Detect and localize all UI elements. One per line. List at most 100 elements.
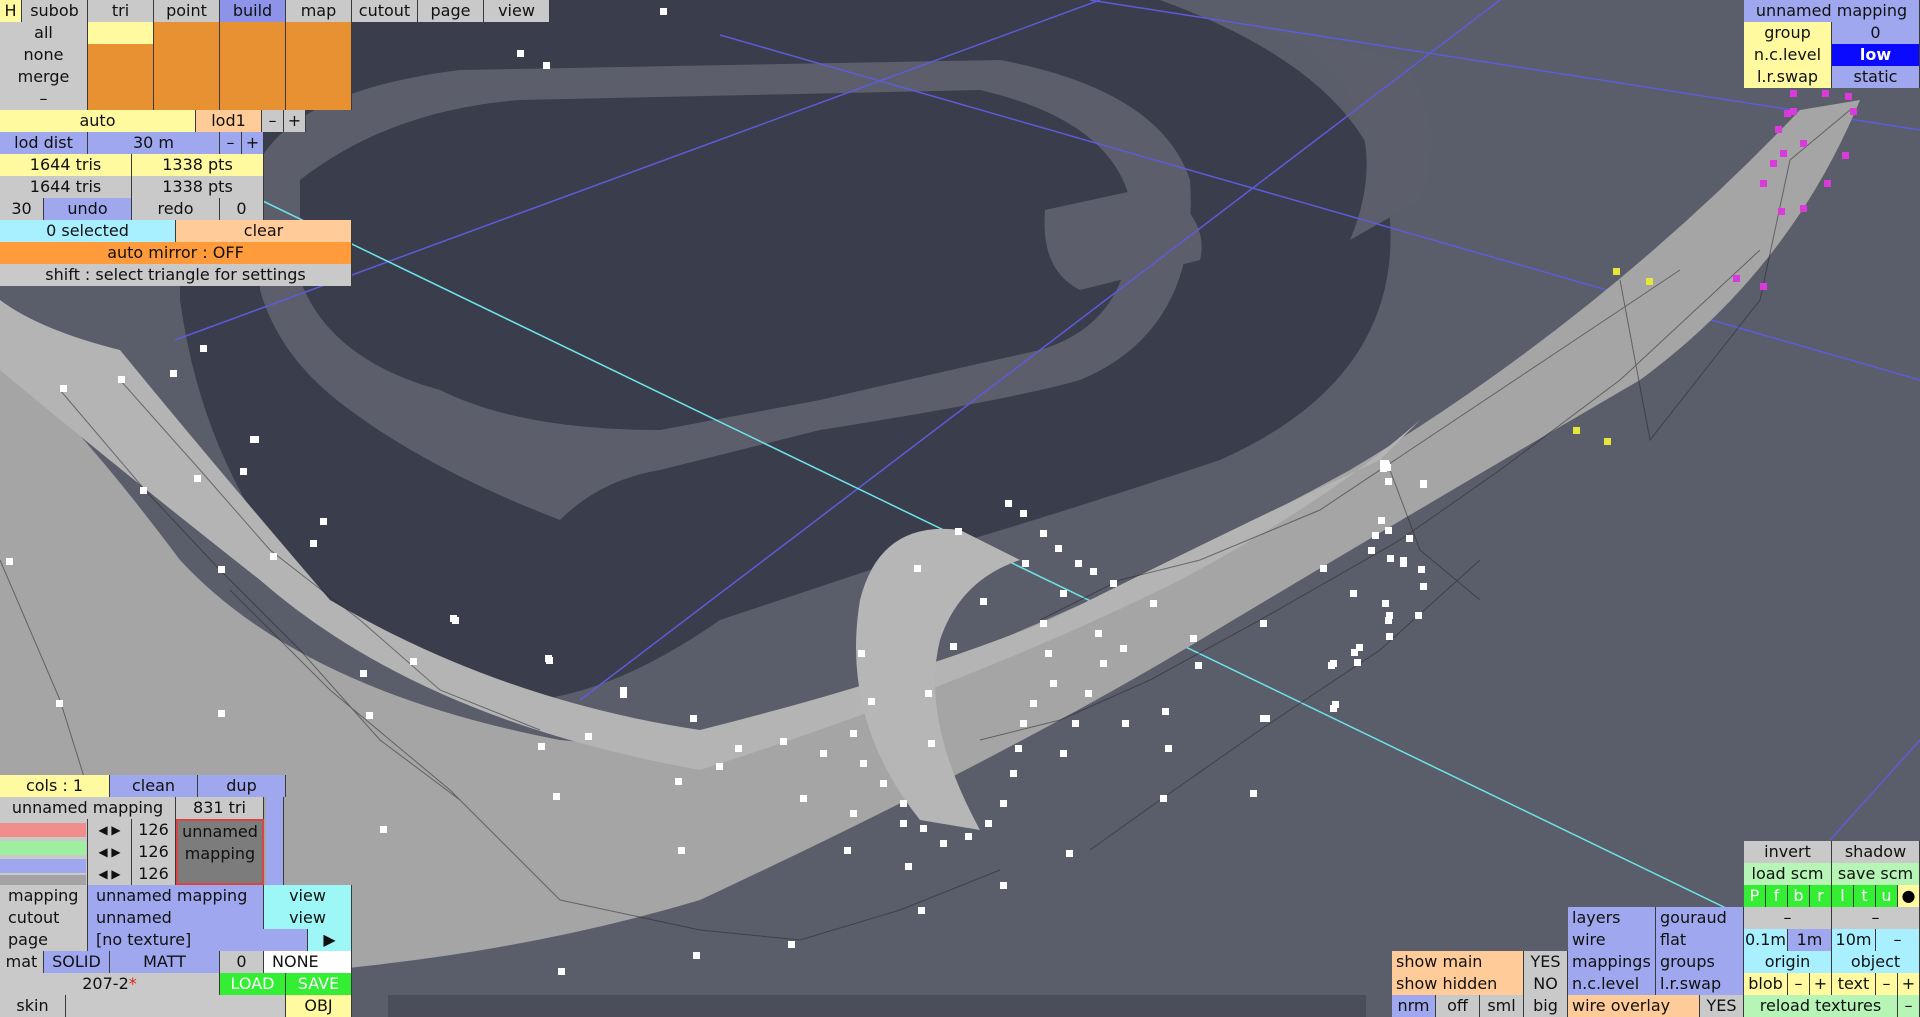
view-dot-button[interactable]: ●: [1898, 885, 1920, 907]
tab-page[interactable]: page: [418, 0, 484, 22]
swatch-cell[interactable]: [154, 44, 220, 66]
mapping-name[interactable]: unnamed mapping: [0, 797, 176, 819]
swatch-cell[interactable]: [154, 66, 220, 88]
groups-button[interactable]: groups: [1656, 951, 1744, 973]
blob-plus[interactable]: +: [1810, 973, 1832, 995]
mat-number[interactable]: 0: [220, 951, 264, 973]
cutout-value[interactable]: unnamed: [88, 907, 264, 929]
tab-view[interactable]: view: [484, 0, 550, 22]
tab-cutout[interactable]: cutout: [352, 0, 418, 22]
invert-button[interactable]: invert: [1744, 841, 1832, 863]
tab-map[interactable]: map: [286, 0, 352, 22]
nc-level-value[interactable]: low: [1832, 44, 1920, 66]
swatch-cell[interactable]: [88, 66, 154, 88]
swatch-cell[interactable]: [286, 44, 352, 66]
save-scm-button[interactable]: save scm: [1832, 863, 1920, 885]
tab-tri[interactable]: tri: [88, 0, 154, 22]
tab-h[interactable]: H: [0, 0, 22, 22]
mat-none[interactable]: NONE: [264, 951, 352, 973]
nrm-button[interactable]: nrm: [1392, 995, 1436, 1017]
select-none-button[interactable]: none: [0, 44, 88, 66]
text-minus[interactable]: –: [1876, 973, 1898, 995]
sml-button[interactable]: sml: [1480, 995, 1524, 1017]
wire-button[interactable]: wire: [1568, 929, 1656, 951]
swatch-cell[interactable]: [220, 66, 286, 88]
lod-dist-plus[interactable]: +: [242, 132, 264, 154]
flat-button[interactable]: flat: [1656, 929, 1744, 951]
view-p-button[interactable]: P: [1744, 885, 1766, 907]
swatch-cell[interactable]: [286, 22, 352, 44]
load-scm-button[interactable]: load scm: [1744, 863, 1832, 885]
page-value[interactable]: [no texture]: [88, 929, 308, 951]
select-all-button[interactable]: all: [0, 22, 88, 44]
lod-plus-button[interactable]: +: [284, 110, 306, 132]
swatch-cell[interactable]: [220, 88, 286, 110]
swatch-cell[interactable]: [88, 88, 154, 110]
mappings-button[interactable]: mappings: [1568, 951, 1656, 973]
obj-button[interactable]: OBJ: [286, 995, 352, 1017]
3d-viewport[interactable]: [0, 0, 1920, 1017]
scale-0.1m[interactable]: 0.1m: [1744, 929, 1788, 951]
lr-swap-value[interactable]: static: [1832, 66, 1920, 88]
scale-1m[interactable]: 1m: [1788, 929, 1832, 951]
scale-10m[interactable]: 10m: [1832, 929, 1876, 951]
blue-slider[interactable]: [0, 859, 86, 873]
view-f-button[interactable]: f: [1766, 885, 1788, 907]
swatch-cell[interactable]: [154, 88, 220, 110]
swatch-cell[interactable]: [154, 22, 220, 44]
reload-textures-button[interactable]: reload textures: [1744, 995, 1898, 1017]
view-t-button[interactable]: t: [1854, 885, 1876, 907]
tab-build[interactable]: build: [220, 0, 286, 22]
dash-button-right[interactable]: –: [1832, 907, 1920, 929]
clean-button[interactable]: clean: [110, 775, 198, 797]
solid-button[interactable]: SOLID: [44, 951, 110, 973]
view-b-button[interactable]: b: [1788, 885, 1810, 907]
mapping-scrollbar[interactable]: [266, 797, 284, 885]
green-slider[interactable]: [0, 841, 86, 855]
mapping-color-preview[interactable]: unnamed mapping: [176, 819, 264, 885]
text-plus[interactable]: +: [1898, 973, 1920, 995]
object-button[interactable]: object: [1832, 951, 1920, 973]
off-button[interactable]: off: [1436, 995, 1480, 1017]
origin-button[interactable]: origin: [1744, 951, 1832, 973]
view-r-button[interactable]: r: [1810, 885, 1832, 907]
swatch-cell[interactable]: [88, 44, 154, 66]
swatch-cell[interactable]: [220, 44, 286, 66]
rgb-arrows[interactable]: ◀ ▶ ◀ ▶ ◀ ▶: [88, 819, 132, 885]
lod-auto-button[interactable]: auto: [0, 110, 196, 132]
swatch-cell[interactable]: [88, 22, 154, 44]
reload-minus[interactable]: –: [1898, 995, 1920, 1017]
group-value[interactable]: 0: [1832, 22, 1920, 44]
blob-minus[interactable]: –: [1788, 973, 1810, 995]
tab-point[interactable]: point: [154, 0, 220, 22]
lod-level[interactable]: lod1: [196, 110, 262, 132]
lr-swap-button[interactable]: l.r.swap: [1656, 973, 1744, 995]
blob-button[interactable]: blob: [1744, 973, 1788, 995]
skin-field[interactable]: [66, 995, 286, 1017]
play-icon[interactable]: ▶: [308, 929, 352, 951]
merge-button[interactable]: merge: [0, 66, 88, 88]
redo-button[interactable]: redo: [132, 198, 220, 220]
load-button[interactable]: LOAD: [220, 973, 286, 995]
dup-button[interactable]: dup: [198, 775, 286, 797]
matt-button[interactable]: MATT: [110, 951, 220, 973]
lod-dist-value[interactable]: 30 m: [88, 132, 220, 154]
mapping-title[interactable]: unnamed mapping: [1744, 0, 1920, 22]
view-u-button[interactable]: u: [1876, 885, 1898, 907]
red-slider[interactable]: [0, 823, 86, 837]
swatch-cell[interactable]: [286, 88, 352, 110]
lod-minus-button[interactable]: –: [262, 110, 284, 132]
mapping-view-button[interactable]: view: [264, 885, 352, 907]
auto-mirror-toggle[interactable]: auto mirror : OFF: [0, 242, 352, 264]
mapping-value[interactable]: unnamed mapping: [88, 885, 264, 907]
save-button[interactable]: SAVE: [286, 973, 352, 995]
wire-overlay-toggle[interactable]: YES: [1700, 995, 1744, 1017]
dash-button-left[interactable]: –: [1744, 907, 1832, 929]
tab-subob[interactable]: subob: [22, 0, 88, 22]
big-button[interactable]: big: [1524, 995, 1568, 1017]
text-button[interactable]: text: [1832, 973, 1876, 995]
layers-button[interactable]: layers: [1568, 907, 1656, 929]
view-l-button[interactable]: l: [1832, 885, 1854, 907]
cutout-view-button[interactable]: view: [264, 907, 352, 929]
nc-level-button[interactable]: n.c.level: [1568, 973, 1656, 995]
